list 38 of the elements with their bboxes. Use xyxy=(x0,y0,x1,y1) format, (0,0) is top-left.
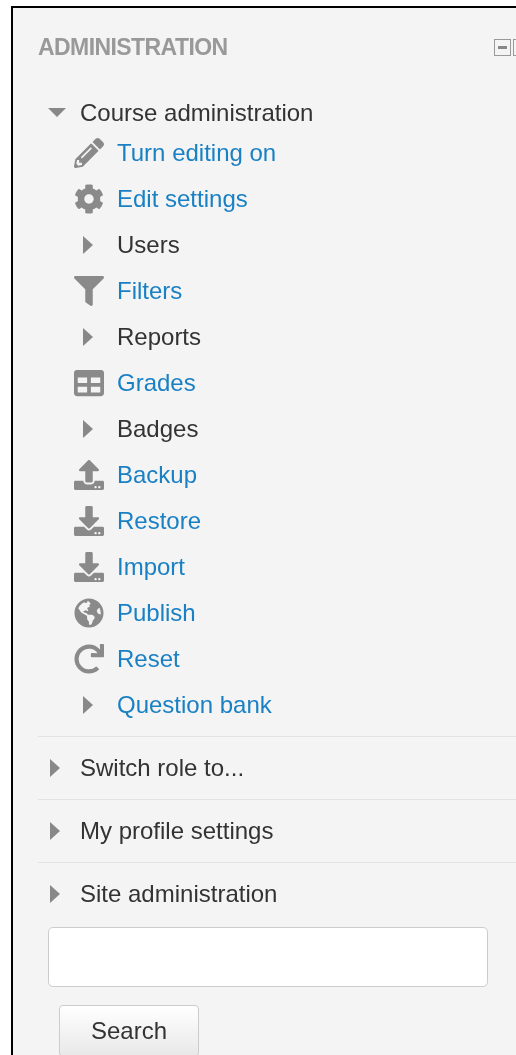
menu-link[interactable]: Backup xyxy=(117,457,198,493)
search-field[interactable] xyxy=(48,927,488,987)
menu-link[interactable]: Filters xyxy=(117,273,183,309)
download-icon xyxy=(74,552,104,582)
settings-icon xyxy=(74,184,104,214)
caret-right-icon[interactable] xyxy=(50,822,60,840)
section-heading[interactable]: My profile settings xyxy=(80,813,274,849)
caret-right-icon[interactable] xyxy=(83,696,93,714)
caret-right-icon[interactable] xyxy=(83,236,93,254)
section-heading[interactable]: Site administration xyxy=(80,876,278,912)
menu-item[interactable]: Reports xyxy=(117,319,202,355)
caret-right-icon[interactable] xyxy=(50,759,60,777)
download-icon xyxy=(74,506,104,536)
caret-right-icon[interactable] xyxy=(50,885,60,903)
caret-down-icon[interactable] xyxy=(48,108,66,118)
filter-icon xyxy=(74,276,104,306)
caret-right-icon[interactable] xyxy=(83,420,93,438)
menu-link[interactable]: Reset xyxy=(117,641,180,677)
menu-link[interactable]: Question bank xyxy=(117,687,272,723)
menu-link[interactable]: Turn editing on xyxy=(117,135,277,171)
menu-link[interactable]: Grades xyxy=(117,365,196,401)
pencil-icon xyxy=(74,138,104,168)
reset-icon xyxy=(74,644,104,674)
menu-item[interactable]: Badges xyxy=(117,411,199,447)
menu-link[interactable]: Publish xyxy=(117,595,196,631)
upload-icon xyxy=(74,460,104,490)
globe-icon xyxy=(74,598,104,628)
menu-link[interactable]: Edit settings xyxy=(117,181,248,217)
section-heading[interactable]: Switch role to... xyxy=(80,750,245,786)
section-heading[interactable]: Course administration xyxy=(80,95,314,131)
caret-right-icon[interactable] xyxy=(83,328,93,346)
search-button[interactable]: Search xyxy=(59,1005,199,1055)
block-title: ADMINISTRATION xyxy=(38,32,228,62)
menu-item[interactable]: Users xyxy=(117,227,180,263)
menu-link[interactable]: Import xyxy=(117,549,185,585)
table-icon xyxy=(74,368,104,398)
menu-link[interactable]: Restore xyxy=(117,503,202,539)
collapse-icon[interactable] xyxy=(494,38,511,56)
